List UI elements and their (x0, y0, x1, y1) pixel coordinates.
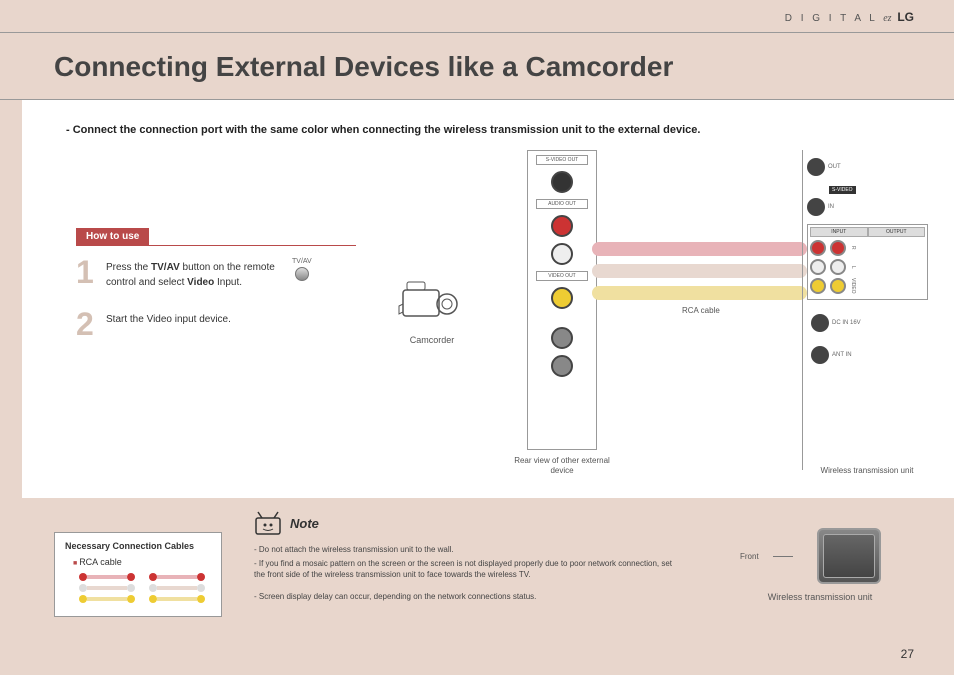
step-2-text: Start the Video input device. (106, 308, 286, 327)
page-number: 27 (901, 647, 914, 661)
svideo-badge: S-VIDEO (829, 186, 856, 194)
rca-cable-yellow (592, 286, 807, 300)
rear-panel-caption: Rear view of other external device (502, 456, 622, 477)
note-line-3: - Screen display delay can occur, depend… (254, 591, 672, 602)
svideo-port-icon (551, 171, 573, 193)
sv-out-port-icon (807, 158, 825, 176)
camcorder-label: Camcorder (392, 335, 472, 345)
video-port-icon (551, 287, 573, 309)
step-2-number: 2 (76, 308, 106, 340)
ant-port-icon (811, 346, 829, 364)
connection-diagram: Camcorder S-VIDEO OUT AUDIO OUT VIDEO OU… (392, 150, 932, 490)
note-title: Note (290, 516, 319, 531)
cables-title: Necessary Connection Cables (65, 541, 211, 551)
unit-front-caption: Wireless transmission unit (740, 592, 900, 602)
step-2: 2 Start the Video input device. (76, 308, 356, 340)
rca-cable-red (592, 242, 807, 256)
footer-section: Necessary Connection Cables RCA cable No… (0, 498, 954, 675)
howto-label: How to use (76, 228, 149, 245)
camcorder-graphic: Camcorder (392, 276, 472, 345)
necessary-cables-box: Necessary Connection Cables RCA cable (54, 532, 222, 617)
rca-cable-label: RCA cable (682, 306, 720, 315)
instruction-text: - Connect the connection port with the s… (66, 124, 924, 136)
note-line-1: - Do not attach the wireless transmissio… (254, 544, 672, 555)
io-box: INPUTOUTPUT R L VIDEO (807, 224, 928, 300)
tvav-button-graphic: TV/AV (292, 258, 312, 283)
rear-panel: S-VIDEO OUT AUDIO OUT VIDEO OUT (527, 150, 597, 450)
step-1: 1 Press the TV/AV button on the remote c… (76, 256, 356, 290)
brand-lg: LG (897, 10, 914, 24)
note-line-2: - If you find a mosaic pattern on the sc… (254, 558, 672, 580)
main-content: - Connect the connection port with the s… (22, 100, 954, 498)
transmission-unit-panel: OUT S-VIDEO IN INPUTOUTPUT R L VIDEO DC … (802, 150, 932, 470)
extra-port-2-icon (551, 355, 573, 377)
page-title: Connecting External Devices like a Camco… (0, 33, 954, 83)
rca-cable-white (592, 264, 807, 278)
note-tv-icon (252, 510, 284, 536)
brand-ez: ez (883, 13, 891, 24)
camcorder-icon (397, 276, 467, 326)
title-band: Connecting External Devices like a Camco… (0, 32, 954, 100)
audio-l-port-icon (551, 243, 573, 265)
tvav-button-icon (295, 267, 309, 281)
unit-box-icon (817, 528, 881, 584)
step-1-number: 1 (76, 256, 106, 288)
dc-port-icon (811, 314, 829, 332)
unit-panel-caption: Wireless transmission unit (812, 466, 922, 475)
sv-in-port-icon (807, 198, 825, 216)
cables-item: RCA cable (73, 557, 211, 567)
brand-header: D I G I T A L ez LG (785, 10, 914, 24)
extra-port-1-icon (551, 327, 573, 349)
unit-front-graphic: Front Wireless transmission unit (740, 528, 900, 602)
front-label: Front (740, 552, 759, 561)
brand-digital: D I G I T A L (785, 13, 878, 24)
audio-r-port-icon (551, 215, 573, 237)
step-1-text: Press the TV/AV button on the remote con… (106, 256, 286, 290)
note-section: Note - Do not attach the wireless transm… (252, 510, 672, 605)
howto-section: How to use 1 Press the TV/AV button on t… (76, 226, 356, 358)
